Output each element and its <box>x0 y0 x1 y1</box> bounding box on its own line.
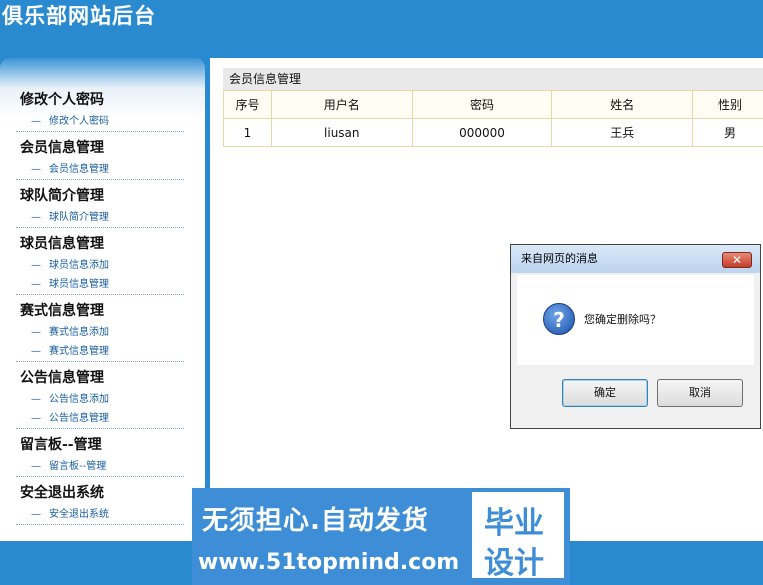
sidebar-item[interactable]: — 球队简介管理 <box>16 208 184 227</box>
dash-icon: — <box>31 461 41 472</box>
sidebar-group: 球员信息管理 — 球员信息添加 — 球员信息管理 <box>16 232 184 295</box>
dash-icon: — <box>31 164 41 175</box>
cell-username: liusan <box>270 118 413 147</box>
dash-icon: — <box>31 327 41 338</box>
sidebar-nav: 修改个人密码 — 修改个人密码 会员信息管理 — 会员信息管理 球队简介管理 — 球队简介管理球… <box>16 88 184 529</box>
sidebar-item-label: 留言板--管理 <box>49 461 107 472</box>
sidebar-group-title: 球员信息管理 <box>20 236 104 252</box>
sidebar-item-label: 赛式信息管理 <box>49 346 109 357</box>
site-title: 俱乐部网站后台 <box>2 3 156 28</box>
sidebar-group-title: 修改个人密码 <box>20 92 104 108</box>
watermark-banner: 无须担心.自动发货 www.51topmind.com 毕业 设计 <box>192 488 570 585</box>
dash-icon: — <box>31 346 41 357</box>
dash-icon: — <box>31 212 41 223</box>
sidebar-item-label: 公告信息管理 <box>49 413 109 424</box>
cell-password: 000000 <box>411 118 553 147</box>
cancel-button[interactable]: 取消 <box>657 379 743 407</box>
sidebar-group-title: 会员信息管理 <box>20 140 104 156</box>
column-header-gender: 性别 <box>692 90 763 119</box>
sidebar-group-title: 球队简介管理 <box>20 188 104 204</box>
sidebar-item[interactable]: — 赛式信息添加 <box>16 323 184 342</box>
table-header-row: 序号 用户名 密码 姓名 性别 <box>223 90 763 119</box>
sidebar-item[interactable]: — 球员信息添加 <box>16 256 184 275</box>
sidebar-item-label: 球员信息管理 <box>49 279 109 290</box>
panel-title: 会员信息管理 <box>223 68 763 90</box>
sidebar-item[interactable]: — 赛式信息管理 <box>16 342 184 361</box>
ok-button[interactable]: 确定 <box>562 379 648 407</box>
sidebar-item-label: 修改个人密码 <box>49 116 109 127</box>
sidebar-item-label: 会员信息管理 <box>49 164 109 175</box>
sidebar-group: 修改个人密码 — 修改个人密码 <box>16 88 184 132</box>
sidebar-item[interactable]: — 修改个人密码 <box>16 112 184 131</box>
watermark-badge-line1: 毕业 <box>484 506 544 541</box>
dash-icon: — <box>31 260 41 271</box>
cell-name: 王兵 <box>551 118 694 147</box>
sidebar-group-title: 公告信息管理 <box>20 370 104 386</box>
column-header-index: 序号 <box>223 90 272 119</box>
dash-icon: — <box>31 394 41 405</box>
dash-icon: — <box>31 116 41 127</box>
watermark-badge: 毕业 设计 <box>470 490 566 581</box>
sidebar-item-label: 球员信息添加 <box>49 260 109 271</box>
cell-index: 1 <box>223 118 272 147</box>
sidebar-group: 会员信息管理 — 会员信息管理 <box>16 136 184 180</box>
sidebar-item[interactable]: — 留言板--管理 <box>16 457 184 476</box>
header: 俱乐部网站后台 <box>0 0 763 58</box>
watermark-text: 无须担心.自动发货 <box>202 506 429 536</box>
sidebar-item[interactable]: — 会员信息管理 <box>16 160 184 179</box>
sidebar-item-label: 球队简介管理 <box>49 212 109 223</box>
sidebar-item-label: 安全退出系统 <box>49 509 109 520</box>
confirm-dialog: 来自网页的消息 ✕ ? 您确定删除吗？ 确定 取消 <box>510 244 761 429</box>
sidebar-group-title: 安全退出系统 <box>20 485 104 501</box>
sidebar-item[interactable]: — 公告信息管理 <box>16 409 184 428</box>
watermark-url: www.51topmind.com <box>198 550 460 575</box>
dash-icon: — <box>31 413 41 424</box>
column-header-username: 用户名 <box>270 90 413 119</box>
dialog-body: ? 您确定删除吗？ <box>517 275 754 365</box>
sidebar-item-label: 赛式信息添加 <box>49 327 109 338</box>
dash-icon: — <box>31 279 41 290</box>
close-icon[interactable]: ✕ <box>722 252 752 268</box>
cell-gender: 男 <box>692 118 763 147</box>
sidebar-item[interactable]: — 球员信息管理 <box>16 275 184 294</box>
sidebar-group: 留言板--管理 — 留言板--管理 <box>16 433 184 477</box>
dialog-message: 您确定删除吗？ <box>584 313 661 326</box>
sidebar-item[interactable]: — 公告信息添加 <box>16 390 184 409</box>
sidebar: 修改个人密码 — 修改个人密码 会员信息管理 — 会员信息管理 球队简介管理 — 球队简介管理球… <box>0 58 205 541</box>
sidebar-group-title: 赛式信息管理 <box>20 303 104 319</box>
sidebar-group: 安全退出系统 — 安全退出系统 <box>16 481 184 525</box>
sidebar-item-label: 公告信息添加 <box>49 394 109 405</box>
member-table: 序号 用户名 密码 姓名 性别 1 liusan 000000 王兵 男 <box>223 90 763 147</box>
table-row[interactable]: 1 liusan 000000 王兵 男 <box>223 118 763 147</box>
sidebar-group: 球队简介管理 — 球队简介管理 <box>16 184 184 228</box>
sidebar-item[interactable]: — 安全退出系统 <box>16 505 184 524</box>
dash-icon: — <box>31 509 41 520</box>
sidebar-group: 赛式信息管理 — 赛式信息添加 — 赛式信息管理 <box>16 299 184 362</box>
column-header-name: 姓名 <box>551 90 694 119</box>
question-icon: ? <box>543 303 575 335</box>
watermark-badge-line2: 设计 <box>484 546 544 581</box>
column-header-password: 密码 <box>411 90 553 119</box>
sidebar-group-title: 留言板--管理 <box>20 437 102 453</box>
sidebar-group: 公告信息管理 — 公告信息添加 — 公告信息管理 <box>16 366 184 429</box>
